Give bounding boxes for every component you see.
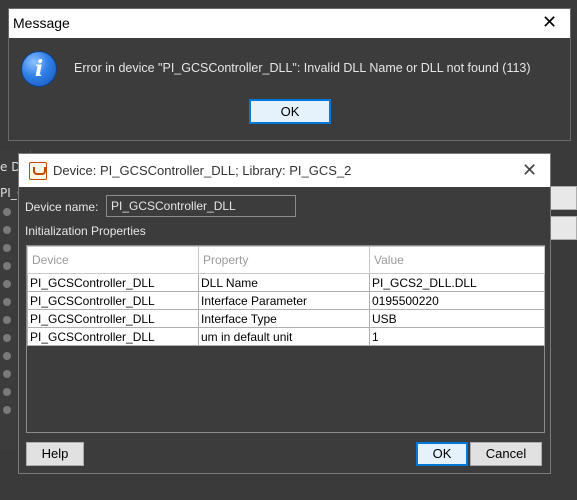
cell-device[interactable]: PI_GCSController_DLL (27, 273, 199, 292)
background-dot (3, 208, 11, 216)
background-button[interactable] (547, 186, 577, 210)
table-row[interactable]: PI_GCSController_DLL Interface Type USB (27, 309, 545, 328)
message-dialog: Message ✕ i Error in device "PI_GCSContr… (8, 8, 571, 141)
background-dot (3, 298, 11, 306)
properties-table: Device Property Value PI_GCSController_D… (26, 245, 545, 433)
cell-value[interactable]: USB (369, 309, 545, 328)
cell-device[interactable]: PI_GCSController_DLL (27, 327, 199, 346)
cell-property[interactable]: Interface Parameter (198, 291, 370, 310)
table-row[interactable]: PI_GCSController_DLL DLL Name PI_GCS2_DL… (27, 273, 545, 292)
cell-property[interactable]: Interface Type (198, 309, 370, 328)
background-dot (3, 244, 11, 252)
java-icon (29, 162, 47, 180)
background-dot (3, 352, 11, 360)
help-button[interactable]: Help (26, 442, 84, 466)
column-header-device[interactable]: Device (27, 246, 199, 274)
column-header-value[interactable]: Value (369, 246, 545, 274)
ok-button[interactable]: OK (249, 99, 331, 124)
table-header-row: Device Property Value (27, 246, 545, 274)
background-dot (3, 316, 11, 324)
background-dot (3, 262, 11, 270)
background-button[interactable] (547, 216, 577, 240)
cell-property[interactable]: um in default unit (198, 327, 370, 346)
close-icon[interactable]: ✕ (542, 12, 557, 33)
cell-value[interactable]: PI_GCS2_DLL.DLL (369, 273, 545, 292)
ok-button[interactable]: OK (416, 442, 468, 466)
cancel-button[interactable]: Cancel (470, 442, 542, 466)
table-row[interactable]: PI_GCSController_DLL um in default unit … (27, 327, 545, 346)
background-dot (3, 334, 11, 342)
error-message: Error in device "PI_GCSController_DLL": … (74, 61, 531, 75)
cell-property[interactable]: DLL Name (198, 273, 370, 292)
background-dot (3, 370, 11, 378)
device-titlebar: Device: PI_GCSController_DLL; Library: P… (19, 154, 550, 187)
cell-device[interactable]: PI_GCSController_DLL (27, 291, 199, 310)
info-icon: i (21, 51, 57, 87)
device-name-label: Device name: (25, 200, 99, 214)
background-dot (3, 406, 11, 414)
column-header-property[interactable]: Property (198, 246, 370, 274)
cell-device[interactable]: PI_GCSController_DLL (27, 309, 199, 328)
cell-value[interactable]: 1 (369, 327, 545, 346)
background-dot (3, 388, 11, 396)
message-titlebar: Message ✕ (9, 9, 570, 38)
cell-value[interactable]: 0195500220 (369, 291, 545, 310)
device-name-field[interactable]: PI_GCSController_DLL (106, 195, 296, 217)
background-dot (3, 226, 11, 234)
device-dialog: Device: PI_GCSController_DLL; Library: P… (18, 153, 551, 474)
initialization-properties-label: Initialization Properties (25, 224, 146, 238)
background-dot (3, 280, 11, 288)
message-title: Message (13, 15, 70, 31)
close-icon[interactable]: ✕ (522, 160, 537, 181)
table-row[interactable]: PI_GCSController_DLL Interface Parameter… (27, 291, 545, 310)
device-dialog-title: Device: PI_GCSController_DLL; Library: P… (53, 163, 352, 178)
